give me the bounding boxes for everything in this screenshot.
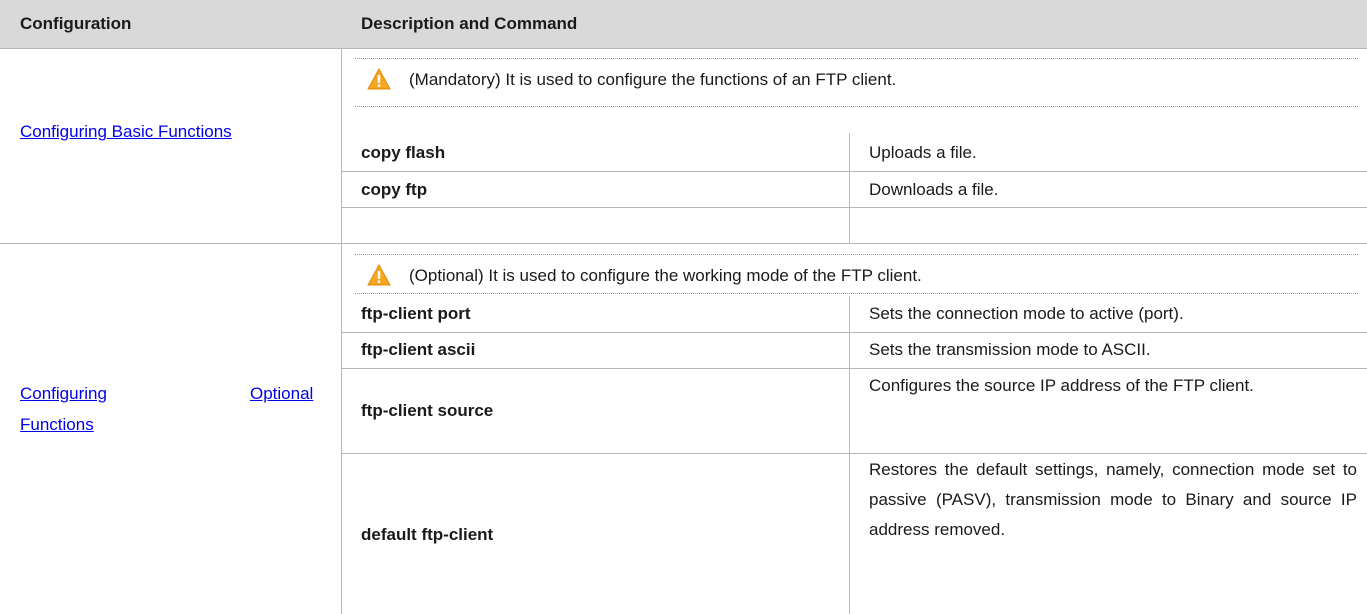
row-divider — [341, 207, 1367, 208]
configuration-table: Configuration Description and Command Co… — [0, 0, 1367, 614]
section-divider — [0, 243, 1367, 244]
note-top-border — [355, 58, 1358, 59]
header-configuration: Configuration — [20, 14, 132, 33]
description-ftp-client-port: Sets the connection mode to active (port… — [869, 304, 1184, 323]
description-copy-flash: Uploads a file. — [869, 143, 977, 162]
inner-column-divider — [849, 133, 850, 243]
note-bottom-border — [355, 293, 1358, 294]
description-ftp-client-ascii: Sets the transmission mode to ASCII. — [869, 340, 1151, 359]
command-ftp-client-ascii: ftp-client ascii — [361, 340, 476, 359]
note-top-border — [355, 254, 1358, 255]
command-default-ftp-client: default ftp-client — [361, 525, 494, 544]
link-configuring-optional-functions-part3[interactable]: Functions — [20, 415, 94, 435]
command-copy-ftp: copy ftp — [361, 180, 428, 199]
row-divider — [341, 453, 1367, 454]
row-divider — [341, 332, 1367, 333]
row-divider — [341, 171, 1367, 172]
link-configuring-optional-functions-part1[interactable]: Configuring — [20, 384, 107, 404]
warning-icon — [367, 68, 391, 90]
description-copy-ftp: Downloads a file. — [869, 180, 999, 199]
note-bottom-border — [355, 106, 1358, 107]
command-ftp-client-source: ftp-client source — [361, 401, 494, 420]
note-optional: (Optional) It is used to configure the w… — [409, 266, 922, 285]
link-configuring-basic-functions[interactable]: Configuring Basic Functions — [20, 122, 232, 142]
column-divider — [341, 48, 342, 614]
warning-icon — [367, 264, 391, 286]
inner-column-divider — [849, 296, 850, 614]
header-description-and-command: Description and Command — [361, 14, 578, 33]
description-default-ftp-client: Restores the default settings, namely, c… — [869, 460, 1357, 539]
table-header: Configuration Description and Command — [0, 0, 1367, 48]
row-divider — [341, 368, 1367, 369]
header-divider — [0, 48, 1367, 49]
command-copy-flash: copy flash — [361, 143, 446, 162]
note-mandatory: (Mandatory) It is used to configure the … — [409, 70, 897, 89]
description-ftp-client-source: Configures the source IP address of the … — [869, 376, 1254, 395]
command-ftp-client-port: ftp-client port — [361, 304, 471, 323]
link-configuring-optional-functions-part2[interactable]: Optional — [250, 384, 313, 404]
